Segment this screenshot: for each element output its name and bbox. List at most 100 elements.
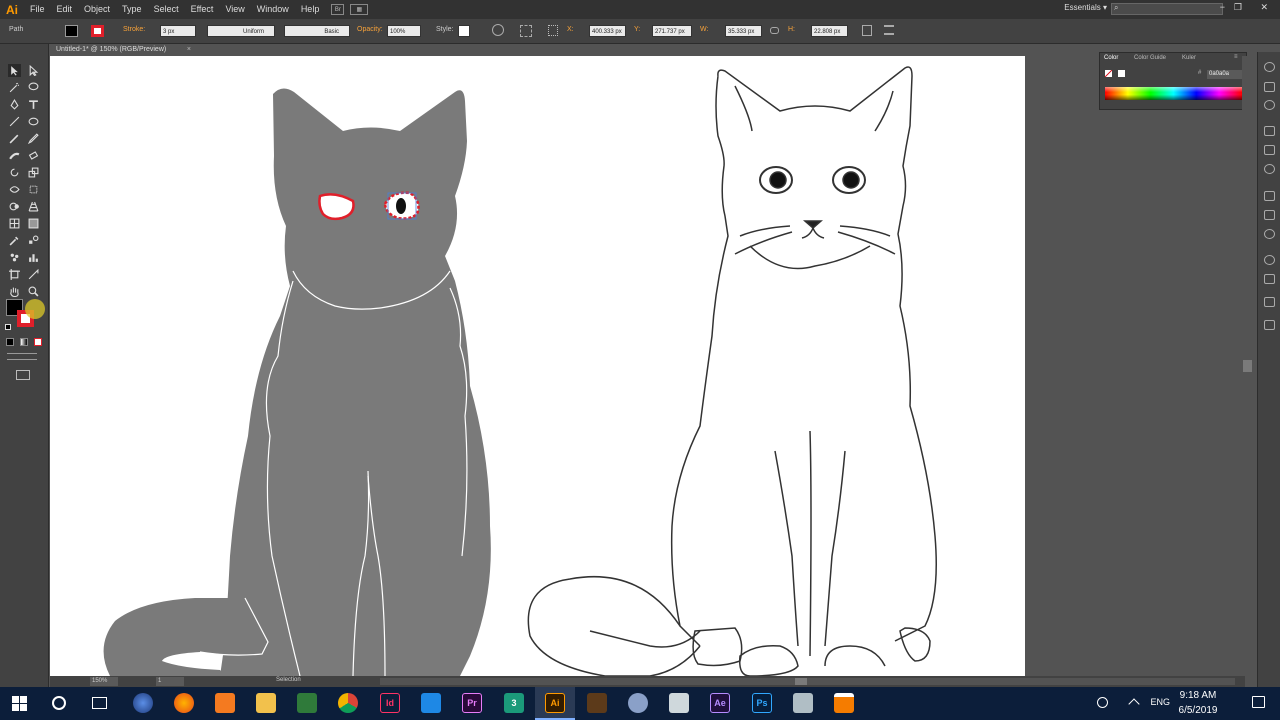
y-position-field[interactable]: 271.737 px <box>652 25 692 37</box>
eyedropper-tool-icon[interactable] <box>8 234 21 247</box>
direct-selection-tool-icon[interactable] <box>27 64 40 77</box>
hand-tool-icon[interactable] <box>8 285 21 298</box>
opacity-label[interactable]: Opacity: <box>357 26 383 37</box>
panel-menu-icon[interactable]: ≡ <box>1234 54 1238 60</box>
xampp-app-icon[interactable] <box>215 693 235 713</box>
zoom-app-icon[interactable] <box>421 693 441 713</box>
blend-tool-icon[interactable] <box>27 234 40 247</box>
premiere-app-icon[interactable]: Pr <box>462 693 482 713</box>
cat-silhouette[interactable] <box>103 88 491 676</box>
slice-tool-icon[interactable] <box>27 268 40 281</box>
symbols-icon[interactable] <box>1264 145 1275 155</box>
blob-brush-tool-icon[interactable] <box>8 149 21 162</box>
draw-mode-icon[interactable] <box>7 353 37 360</box>
color-guide-icon[interactable] <box>1264 82 1275 92</box>
rotate-tool-icon[interactable] <box>8 166 21 179</box>
photoshop-app-icon[interactable]: Ps <box>752 693 772 713</box>
sublime-app-icon[interactable] <box>587 693 607 713</box>
arrange-documents-button[interactable]: ▦ <box>350 4 369 15</box>
opacity-field[interactable]: 100% <box>387 25 421 37</box>
artboard-navigation-field[interactable]: 1 <box>156 677 184 686</box>
screen-mode-icon[interactable] <box>16 370 30 380</box>
eraser-tool-icon[interactable] <box>27 149 40 162</box>
document-tab[interactable]: Untitled-1* @ 150% (RGB/Preview) × <box>49 44 199 56</box>
close-window-button[interactable]: ✕ <box>1260 2 1268 13</box>
vertical-scroll-thumb[interactable] <box>1243 360 1252 372</box>
paint-app-icon[interactable] <box>628 693 648 713</box>
photos-app-icon[interactable] <box>669 693 689 713</box>
swatches-icon[interactable] <box>1264 100 1275 110</box>
menu-select[interactable]: Select <box>148 0 185 19</box>
color-panel-icon[interactable] <box>1264 62 1275 72</box>
shape-builder-tool-icon[interactable] <box>8 200 21 213</box>
search-input[interactable]: ⌕ <box>1111 3 1223 15</box>
bridge-button[interactable]: Br <box>331 4 345 15</box>
ellipse-tool-icon[interactable] <box>27 115 40 128</box>
illustrator-app-icon[interactable]: Ai <box>545 693 565 713</box>
graphic-style-swatch[interactable] <box>458 25 470 37</box>
restore-button[interactable]: ❐ <box>1234 2 1242 13</box>
chrome-app-icon[interactable] <box>338 693 358 713</box>
tab-color[interactable]: Color <box>1104 55 1118 61</box>
menu-edit[interactable]: Edit <box>51 0 79 19</box>
firefox-app-icon[interactable] <box>174 693 194 713</box>
indesign-app-icon[interactable]: Id <box>380 693 400 713</box>
start-windows-icon[interactable] <box>12 696 27 711</box>
white-swatch[interactable] <box>1118 70 1125 77</box>
mesh-tool-icon[interactable] <box>8 217 21 230</box>
cat-line-art[interactable] <box>527 66 937 676</box>
default-colors-icon[interactable] <box>5 324 11 330</box>
horizontal-scroll-thumb[interactable] <box>795 678 807 685</box>
tab-kuler[interactable]: Kuler <box>1182 55 1196 61</box>
brushes-icon[interactable] <box>1264 126 1275 136</box>
menu-effect[interactable]: Effect <box>185 0 220 19</box>
transparency-icon[interactable] <box>1264 229 1275 239</box>
spreadsheet-app-icon[interactable] <box>297 693 317 713</box>
menu-object[interactable]: Object <box>78 0 116 19</box>
symbol-sprayer-tool-icon[interactable] <box>8 251 21 264</box>
pen-tool-icon[interactable] <box>8 98 21 111</box>
horizontal-scrollbar[interactable] <box>380 678 1235 685</box>
column-graph-tool-icon[interactable] <box>27 251 40 264</box>
stroke-swatch[interactable] <box>91 25 104 37</box>
lasso-tool-icon[interactable] <box>27 81 40 94</box>
vlc-app-icon[interactable] <box>834 693 854 713</box>
align-icon[interactable] <box>520 25 532 37</box>
current-tool-status[interactable]: Selection <box>276 677 301 683</box>
menu-help[interactable]: Help <box>295 0 326 19</box>
stroke-label[interactable]: Stroke: <box>123 26 145 37</box>
height-field[interactable]: 22.808 px <box>811 25 848 37</box>
none-mode-icon[interactable] <box>34 338 42 346</box>
x-position-field[interactable]: 400.333 px <box>589 25 626 37</box>
line-segment-tool-icon[interactable] <box>8 115 21 128</box>
stroke-weight-field[interactable]: 3 px <box>160 25 196 37</box>
menu-type[interactable]: Type <box>116 0 148 19</box>
color-mode-icon[interactable] <box>6 338 14 346</box>
type-tool-icon[interactable] <box>27 98 40 111</box>
graphic-styles-icon[interactable] <box>1264 164 1275 174</box>
menu-file[interactable]: File <box>24 0 51 19</box>
file-explorer-icon[interactable] <box>256 693 276 713</box>
none-swatch[interactable] <box>1105 70 1112 77</box>
scale-tool-icon[interactable] <box>27 166 40 179</box>
selection-tool-icon[interactable] <box>8 64 21 77</box>
after-effects-app-icon[interactable]: Ae <box>710 693 730 713</box>
zoom-tool-icon[interactable] <box>27 285 40 298</box>
appearance-icon[interactable] <box>1264 255 1275 265</box>
fill-swatch[interactable] <box>65 25 78 37</box>
system-clock[interactable]: 9:18 AM 6/5/2019 <box>1168 688 1228 718</box>
recolor-icon[interactable] <box>492 24 504 36</box>
3ds-app-icon[interactable]: 3 <box>504 693 524 713</box>
paintbrush-tool-icon[interactable] <box>8 132 21 145</box>
tab-color-guide[interactable]: Color Guide <box>1134 55 1166 61</box>
brush-definition[interactable]: Basic <box>284 25 350 37</box>
artboard-tool-icon[interactable] <box>8 268 21 281</box>
width-tool-icon[interactable] <box>8 183 21 196</box>
minimize-button[interactable]: − <box>1220 2 1225 12</box>
control-panel-menu-icon[interactable] <box>884 25 894 35</box>
hex-color-field[interactable]: 0a0a0a <box>1207 70 1242 79</box>
artboard[interactable] <box>50 56 1025 676</box>
width-field[interactable]: 35.333 px <box>725 25 762 37</box>
task-view-icon[interactable] <box>92 697 107 709</box>
gradient-icon[interactable] <box>1264 210 1275 220</box>
